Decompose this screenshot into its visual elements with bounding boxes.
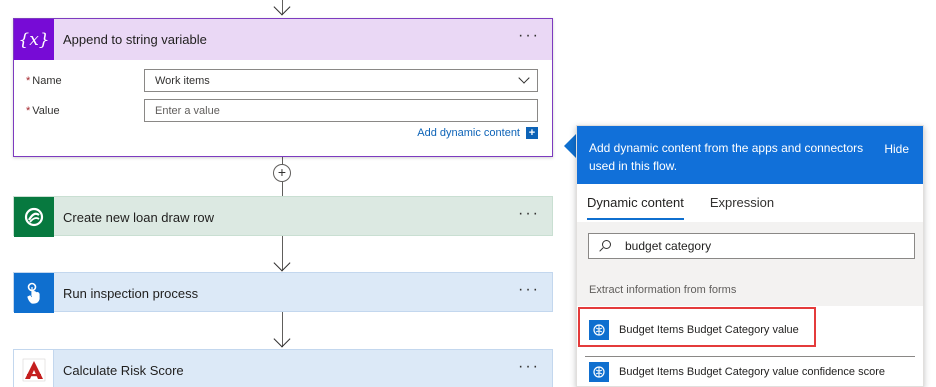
loan-card-header[interactable]: Create new loan draw row ··· bbox=[14, 197, 552, 237]
insert-step-button[interactable]: + bbox=[273, 164, 291, 182]
arrow-down-icon bbox=[273, 0, 291, 16]
value-placeholder: Enter a value bbox=[155, 104, 220, 117]
highlight-box bbox=[578, 307, 816, 347]
arrow-down-icon bbox=[273, 254, 291, 272]
dynamic-content-description: Add dynamic content from the apps and co… bbox=[589, 141, 864, 173]
chevron-down-icon bbox=[518, 72, 530, 84]
run-card-header[interactable]: Run inspection process ··· bbox=[14, 273, 552, 313]
add-dynamic-content-label: Add dynamic content bbox=[417, 127, 520, 139]
name-label: * Name bbox=[26, 74, 62, 87]
adobe-acrobat-icon bbox=[14, 350, 54, 387]
add-dynamic-content-link[interactable]: Add dynamic content + bbox=[417, 127, 538, 139]
risk-card-title: Calculate Risk Score bbox=[63, 362, 184, 378]
dataverse-icon bbox=[14, 197, 54, 237]
more-options-button[interactable]: ··· bbox=[518, 28, 540, 44]
search-value: budget category bbox=[625, 239, 712, 253]
variable-glyph: {x} bbox=[18, 29, 50, 50]
more-options-button[interactable]: ··· bbox=[518, 206, 540, 222]
value-field-row: * Value Enter a value bbox=[26, 99, 538, 122]
append-variable-card[interactable]: {x} Append to string variable ··· * Name … bbox=[13, 18, 553, 157]
calculate-risk-card[interactable]: Calculate Risk Score ··· bbox=[13, 349, 553, 387]
name-dropdown[interactable]: Work items bbox=[144, 69, 538, 92]
dynamic-content-item-label: Budget Items Budget Category value confi… bbox=[619, 365, 885, 378]
more-options-button[interactable]: ··· bbox=[518, 282, 540, 298]
arrow-down-icon bbox=[273, 330, 291, 348]
search-icon bbox=[599, 240, 611, 252]
loan-card-title: Create new loan draw row bbox=[63, 209, 215, 225]
append-card-title: Append to string variable bbox=[63, 32, 207, 47]
tab-expression[interactable]: Expression bbox=[710, 184, 774, 222]
section-title: Extract information from forms bbox=[577, 280, 923, 306]
plus-icon: + bbox=[526, 127, 538, 139]
more-options-button[interactable]: ··· bbox=[518, 359, 540, 375]
touch-icon bbox=[14, 273, 54, 313]
name-dropdown-value: Work items bbox=[155, 74, 210, 87]
risk-card-header[interactable]: Calculate Risk Score ··· bbox=[14, 350, 552, 387]
hide-button[interactable]: Hide bbox=[884, 140, 909, 158]
ai-builder-icon bbox=[589, 361, 609, 382]
search-area: budget category bbox=[577, 222, 923, 280]
flyout-pointer bbox=[564, 134, 576, 158]
append-card-header[interactable]: {x} Append to string variable ··· bbox=[14, 19, 552, 60]
run-card-title: Run inspection process bbox=[63, 285, 199, 301]
search-input[interactable]: budget category bbox=[588, 233, 915, 259]
variable-icon: {x} bbox=[14, 19, 54, 60]
run-inspection-card[interactable]: Run inspection process ··· bbox=[13, 272, 553, 313]
create-loan-draw-card[interactable]: Create new loan draw row ··· bbox=[13, 196, 553, 237]
value-label: * Value bbox=[26, 104, 60, 117]
dynamic-content-panel: Add dynamic content from the apps and co… bbox=[576, 125, 924, 387]
dynamic-content-item[interactable]: Budget Items Budget Category value confi… bbox=[585, 356, 915, 386]
value-input[interactable]: Enter a value bbox=[144, 99, 538, 122]
dynamic-content-header: Add dynamic content from the apps and co… bbox=[577, 126, 923, 184]
tab-dynamic-content[interactable]: Dynamic content bbox=[587, 184, 684, 222]
dynamic-content-tabs: Dynamic content Expression bbox=[577, 184, 923, 222]
value-label-text: Value bbox=[32, 104, 60, 117]
name-field-row: * Name Work items bbox=[26, 69, 538, 92]
name-label-text: Name bbox=[32, 74, 62, 87]
